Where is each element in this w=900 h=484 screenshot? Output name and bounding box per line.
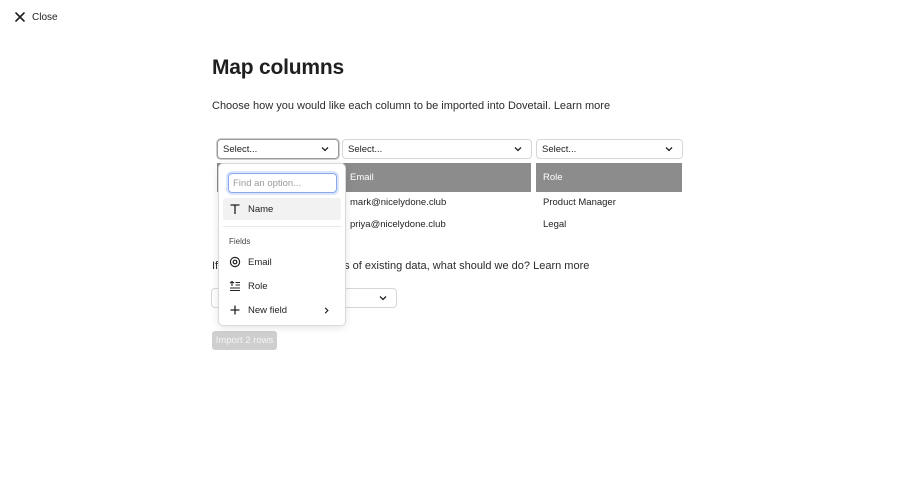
option-new-field[interactable]: New field [223,299,341,321]
learn-more-link[interactable]: Learn more [554,100,610,112]
fields-section-label: Fields [229,237,251,246]
import-button[interactable]: Import 2 rows [212,331,277,350]
option-email-label: Email [248,256,272,268]
column-3-header: Role [536,163,682,192]
chevron-down-icon [514,147,522,152]
chevron-down-icon [665,147,673,152]
column-2-header: Email [343,163,531,192]
plus-icon [230,305,240,315]
text-type-icon [230,204,240,214]
option-search-input[interactable] [228,173,337,193]
option-name-label: Name [248,203,274,215]
option-email[interactable]: Email [223,251,341,273]
at-sign-icon [229,256,241,268]
table-cell: priya@nicelydone.club [350,219,446,230]
option-name[interactable]: Name [223,198,341,220]
page-subtitle: Choose how you would like each column to… [212,100,610,112]
table-cell: mark@nicelydone.club [350,197,447,208]
chevron-right-icon [324,306,329,314]
dropdown-divider [223,226,341,227]
chevron-down-icon [321,147,329,152]
close-icon [15,12,25,22]
close-label: Close [32,11,58,23]
column-3-select-label: Select... [542,143,577,155]
page-title: Map columns [212,56,344,79]
text-field-icon [229,280,240,292]
chevron-down-icon [379,296,387,301]
column-3-select[interactable]: Select... [536,139,683,159]
table-cell: Legal [543,219,567,230]
subtitle-text: Choose how you would like each column to… [212,100,551,112]
column-option-dropdown: Name Fields Email Role New field [218,163,346,326]
column-2-select[interactable]: Select... [342,139,532,159]
column-2-select-label: Select... [348,143,383,155]
question-rest: s of existing data, what should we do? [344,260,531,272]
close-button[interactable]: Close [14,11,58,23]
option-new-field-label: New field [248,304,288,316]
column-1-select[interactable]: Select... [217,139,339,159]
table-cell: Product Manager [543,197,616,208]
duplicate-learn-more-link[interactable]: Learn more [533,260,589,272]
option-role[interactable]: Role [223,275,341,297]
column-1-select-label: Select... [223,143,258,155]
option-role-label: Role [248,280,268,292]
